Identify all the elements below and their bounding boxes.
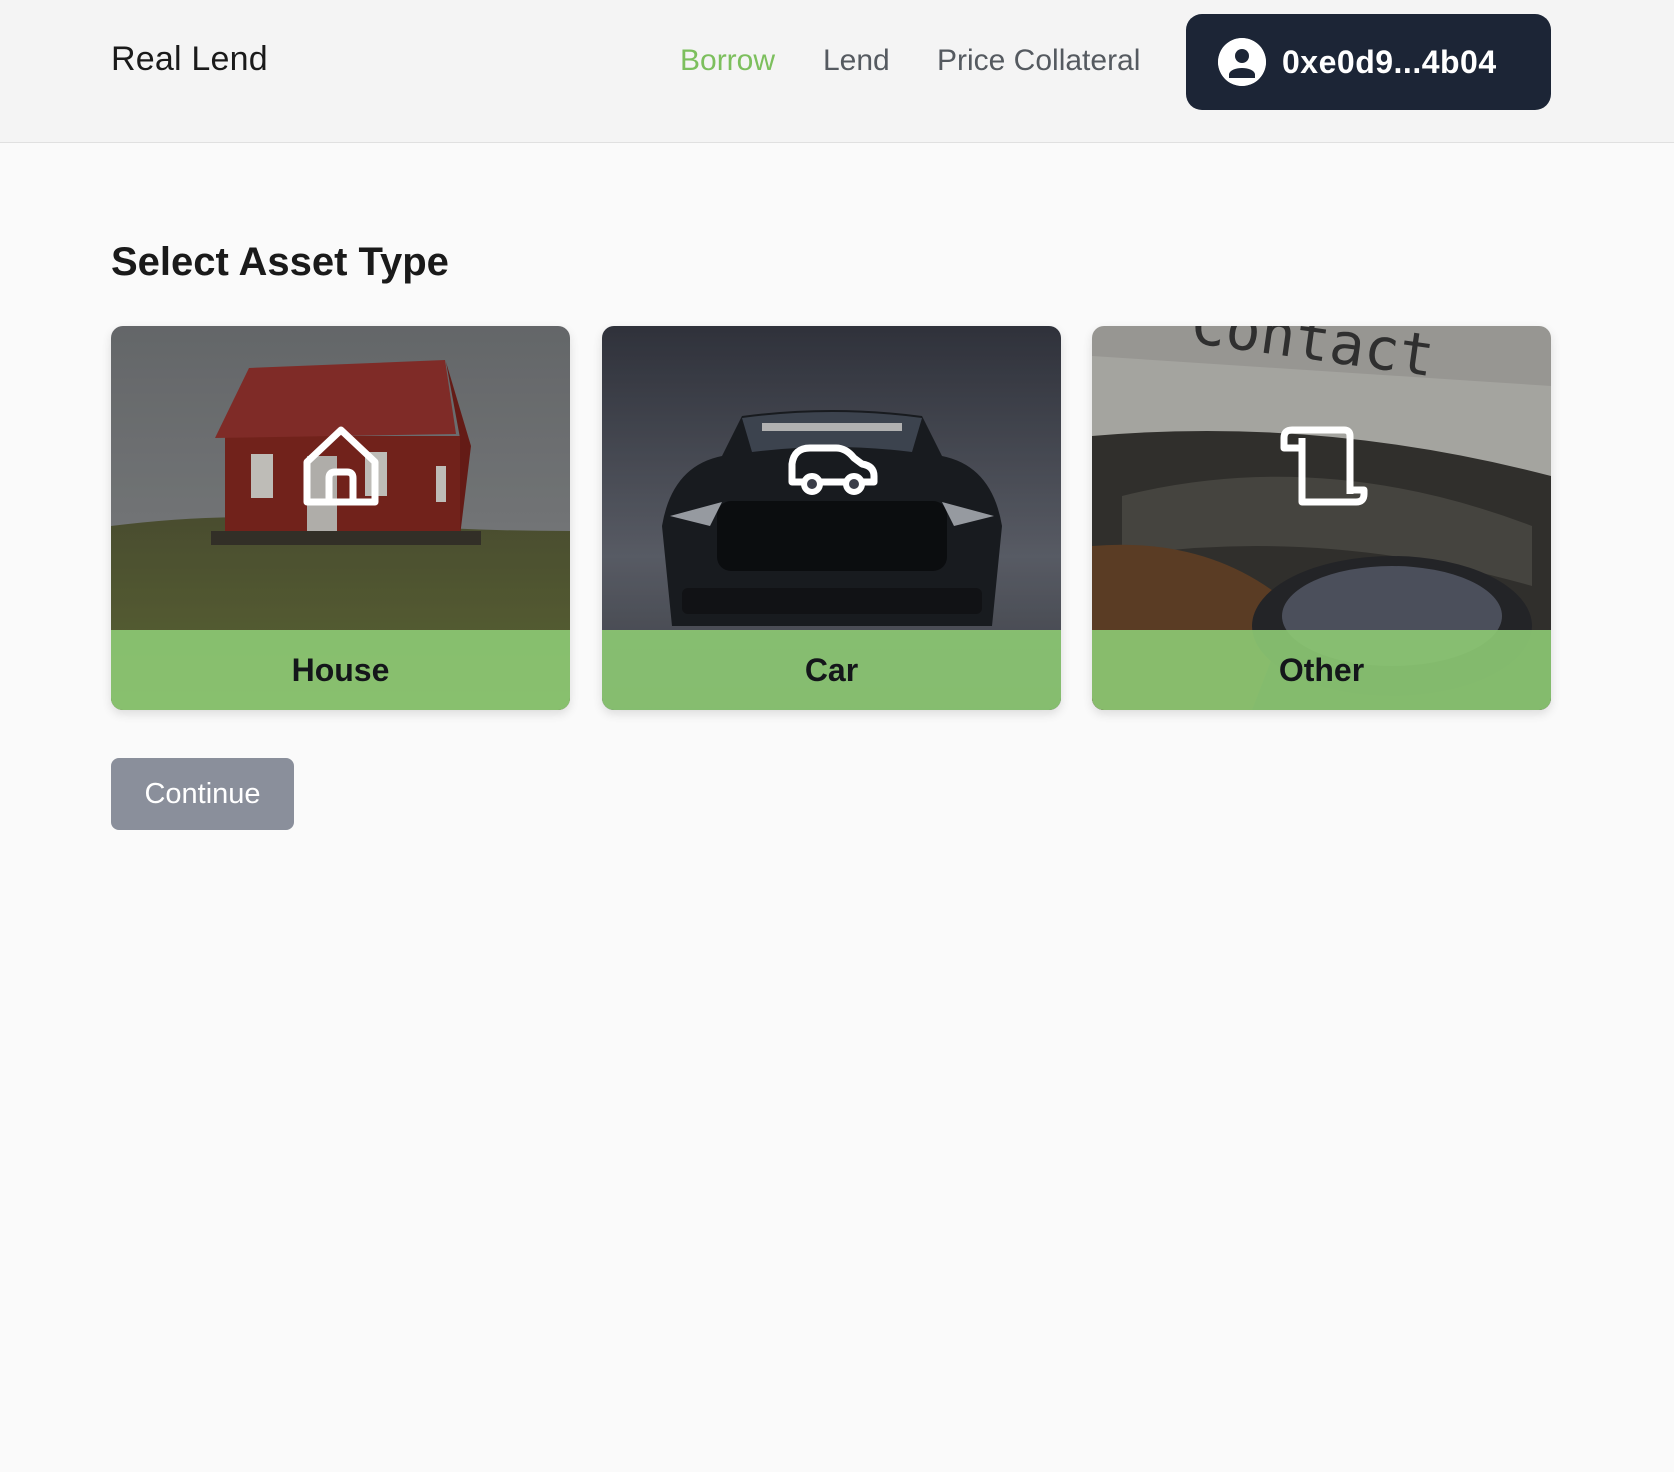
brand-logo-text[interactable]: Real Lend xyxy=(111,40,268,79)
asset-card-label-strip: Other xyxy=(1092,630,1551,710)
nav-link-lend[interactable]: Lend xyxy=(823,44,890,78)
wallet-button[interactable]: 0xe0d9...4b04 xyxy=(1186,14,1551,110)
top-navbar: Real Lend Borrow Lend Price Collateral 0… xyxy=(0,0,1674,143)
asset-card-label: Car xyxy=(804,651,859,688)
scroll-icon xyxy=(1280,426,1367,506)
nav-link-price-collateral[interactable]: Price Collateral xyxy=(937,44,1140,78)
asset-card-other[interactable]: Contact Other xyxy=(1092,326,1551,710)
asset-card-label-strip: House xyxy=(111,630,570,710)
asset-card-label: Other xyxy=(1278,651,1365,688)
asset-card-car[interactable]: Car xyxy=(602,326,1061,710)
nav-link-borrow[interactable]: Borrow xyxy=(680,44,775,78)
continue-button[interactable]: Continue xyxy=(111,758,294,830)
page-title: Select Asset Type xyxy=(111,240,449,284)
asset-card-house[interactable]: House xyxy=(111,326,570,710)
house-icon xyxy=(303,426,378,506)
car-icon xyxy=(788,444,877,495)
asset-card-label: House xyxy=(291,651,390,688)
wallet-address: 0xe0d9...4b04 xyxy=(1282,43,1497,80)
user-circle-icon xyxy=(1218,38,1266,86)
asset-card-label-strip: Car xyxy=(602,630,1061,710)
